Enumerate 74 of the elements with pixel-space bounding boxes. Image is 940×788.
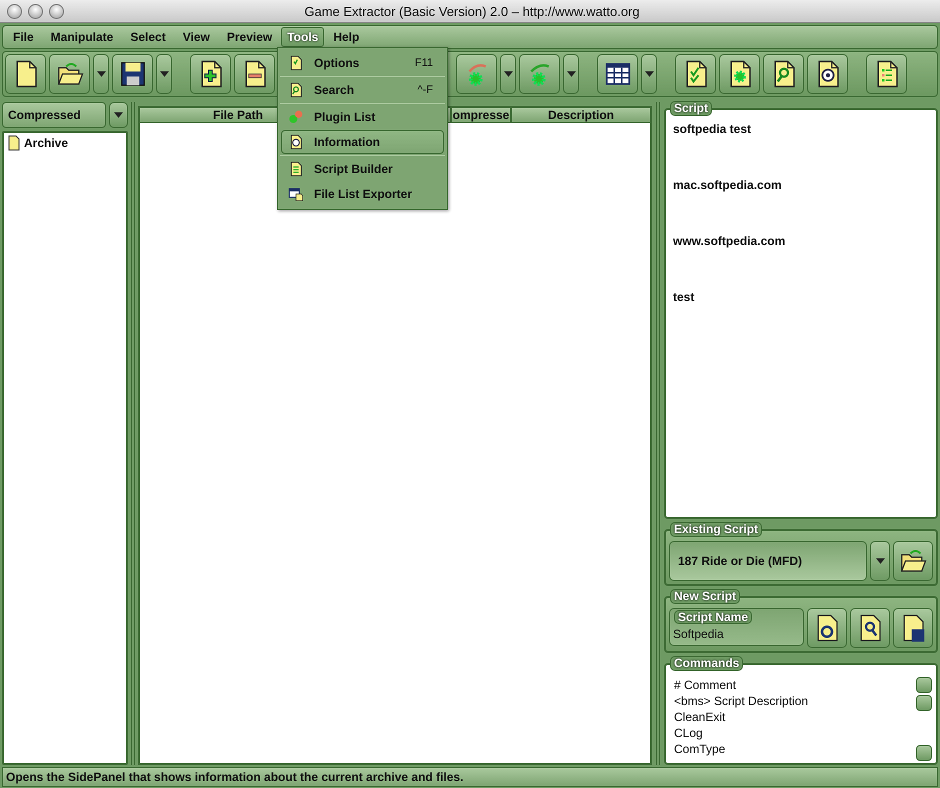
open-button[interactable] [49, 54, 90, 94]
search-button[interactable] [763, 54, 804, 94]
column-header[interactable]: ompresse [452, 108, 512, 122]
document-search-icon [288, 82, 304, 98]
menu-item[interactable]: Manipulate [42, 28, 122, 46]
script-line: test [673, 290, 696, 306]
document-button[interactable] [719, 54, 760, 94]
dropdown-button[interactable] [500, 54, 516, 94]
menu-item[interactable]: Information [281, 130, 444, 154]
scroll-button[interactable] [916, 745, 932, 761]
menu-item[interactable]: Options F11 [281, 51, 444, 75]
script-button[interactable] [850, 608, 890, 648]
document-help-icon [288, 134, 304, 150]
command-item[interactable]: # Comment [674, 677, 916, 693]
panel-title: Existing Script [670, 522, 762, 537]
minimize-button[interactable] [28, 4, 43, 18]
command-item[interactable]: ComType [674, 741, 916, 757]
document-marks-icon [288, 55, 304, 71]
window-title: Game Extractor (Basic Version) 2.0 – http://www.watto.org [303, 4, 641, 18]
document-icon [8, 135, 20, 151]
caret-icon [876, 558, 884, 564]
panel-title: Commands [670, 656, 744, 671]
menu-item[interactable]: Preview [218, 28, 280, 46]
verify-button[interactable] [675, 54, 716, 94]
caret-icon [504, 71, 512, 77]
menu-item[interactable]: Help [325, 28, 368, 46]
menu-item[interactable]: Script Builder [281, 157, 444, 181]
menu-item[interactable]: Search ^-F [281, 78, 444, 102]
add-button[interactable] [190, 54, 231, 94]
caret-icon [644, 71, 654, 77]
script-name-field[interactable]: Script Name Softpedia [669, 608, 804, 646]
menu-item[interactable]: File List Exporter [281, 182, 444, 206]
caret-icon [566, 71, 576, 77]
list-button[interactable] [866, 54, 907, 94]
panel-title: Script [670, 101, 712, 116]
command-item[interactable]: CLog [674, 725, 916, 741]
table-button[interactable] [597, 54, 638, 94]
script-line: mac.softpedia.com [673, 178, 783, 194]
script-line: www.softpedia.com [673, 234, 786, 250]
dropdown-button[interactable] [563, 54, 579, 94]
open-script-button[interactable] [893, 541, 933, 581]
status-bar: Opens the SidePanel that shows information about the current archive and files. [2, 767, 938, 787]
table-icon [288, 186, 304, 202]
caret-icon [114, 112, 123, 118]
view-dropdown[interactable]: Compressed [2, 102, 106, 128]
zoom-button[interactable] [49, 4, 64, 18]
help-button[interactable] [807, 54, 848, 94]
new-button[interactable] [5, 54, 46, 94]
script-button[interactable] [807, 608, 847, 648]
scroll-button[interactable] [916, 677, 932, 693]
panel-title: New Script [670, 589, 740, 604]
save-script-button[interactable] [893, 608, 933, 648]
command-item[interactable]: <bms> Script Description [674, 693, 916, 709]
document-list-icon [288, 161, 304, 177]
close-button[interactable] [7, 4, 22, 18]
tree-item[interactable]: Archive [24, 136, 68, 150]
menu-item[interactable]: Select [122, 28, 174, 46]
script-line: softpedia test [673, 122, 752, 138]
dropdown-button[interactable] [641, 54, 657, 94]
scroll-button[interactable] [916, 695, 932, 711]
script-dropdown[interactable]: 187 Ride or Die (MFD) [669, 541, 867, 581]
field-label: Script Name [674, 610, 752, 624]
column-header[interactable]: Description [512, 108, 650, 122]
remove-button[interactable] [234, 54, 275, 94]
dropdown-button[interactable] [156, 54, 172, 94]
save-button[interactable] [112, 54, 153, 94]
caret-icon [96, 71, 106, 77]
dropdown-button[interactable] [109, 102, 128, 128]
dropdown-button[interactable] [93, 54, 109, 94]
caret-icon [160, 71, 168, 77]
dropdown-button[interactable] [870, 541, 890, 581]
menu-item[interactable]: File [5, 28, 42, 46]
menu-item[interactable]: View [174, 28, 218, 46]
command-item[interactable]: CleanExit [674, 709, 916, 725]
